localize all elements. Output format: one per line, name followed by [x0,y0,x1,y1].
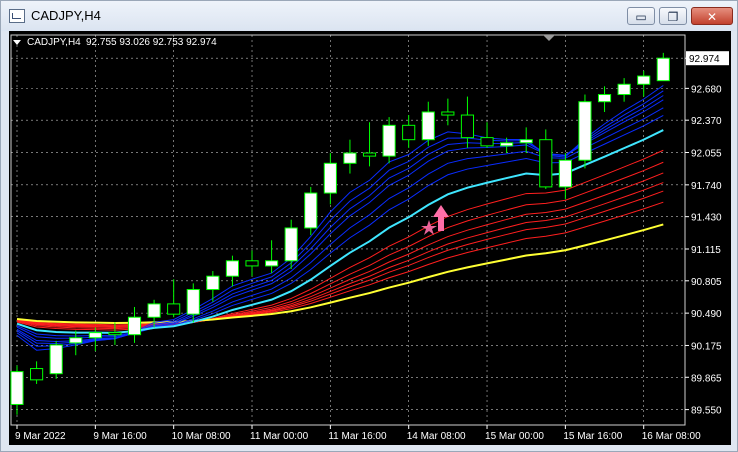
candle-body[interactable] [617,83,631,96]
candle-body[interactable] [519,139,533,144]
x-axis-label: 9 Mar 16:00 [93,431,147,442]
candle-body[interactable] [69,337,83,344]
y-axis-label: 91.430 [691,213,722,224]
chart-shift-icon[interactable] [543,35,555,41]
candle-body[interactable] [167,303,181,315]
x-axis-label: 16 Mar 08:00 [642,431,701,442]
candle-body[interactable] [186,289,200,315]
y-axis-label: 89.550 [691,406,722,417]
candle-body[interactable] [225,260,240,277]
current-price-label: 92.974 [689,54,720,65]
candle-body[interactable] [500,142,514,147]
x-axis-label: 9 Mar 2022 [15,431,66,442]
close-button[interactable]: ✕ [691,7,733,25]
slow-ma-line [16,182,664,328]
candle-body[interactable] [147,303,161,318]
restore-button[interactable]: ❐ [659,7,687,25]
candle-body[interactable] [637,75,651,85]
candle-body[interactable] [362,152,377,157]
y-axis-label: 89.865 [691,373,722,384]
symbol-label: CADJPY,H4 [27,37,81,48]
candle-body[interactable] [480,137,494,147]
y-axis-label: 90.490 [691,309,722,320]
slow-ma-line [16,201,664,326]
candle-body[interactable] [539,139,553,188]
candle-body[interactable] [108,332,122,336]
x-axis-label: 15 Mar 16:00 [563,431,622,442]
candle-body[interactable] [30,368,44,381]
window-title: CADJPY,H4 [31,8,101,23]
fast-ma-line [16,115,664,337]
chart-window: CADJPY,H4 ▭ ❐ ✕ 92.974 92.680 92.370 92.055… [0,0,738,452]
candle-body[interactable] [10,371,24,405]
candle-body[interactable] [127,316,142,336]
candle-body[interactable] [421,111,435,141]
y-axis-label: 90.805 [691,277,722,288]
candle-body[interactable] [323,162,337,194]
candle-body[interactable] [343,152,357,164]
candle-body[interactable] [49,344,63,375]
candle-body[interactable] [284,227,298,262]
y-axis-label: 91.115 [691,245,721,256]
x-axis-label: 10 Mar 08:00 [172,431,231,442]
candle-body[interactable] [460,114,475,139]
candle-body[interactable] [304,192,318,229]
x-axis-label: 11 Mar 16:00 [328,431,387,442]
candle-body[interactable] [558,159,572,188]
candle-body[interactable] [245,260,259,267]
minimize-button[interactable]: ▭ [627,7,655,25]
fast-ma-line [16,107,664,339]
x-axis-label: 14 Mar 08:00 [407,431,466,442]
x-axis-label: 11 Mar 00:00 [250,431,309,442]
candle-body[interactable] [597,94,612,103]
ohlc-readout: 92.755 93.026 92.753 92.974 [86,37,217,48]
x-axis-label: 15 Mar 00:00 [485,431,544,442]
price-chart[interactable]: 92.974 92.680 92.370 92.055 91.740 91.430 91.1… [9,31,731,445]
fast-ma-line [16,95,664,345]
chart-window-icon [9,9,25,23]
title-bar[interactable]: CADJPY,H4 ▭ ❐ ✕ [1,1,737,31]
chart-area[interactable]: 92.974 92.680 92.370 92.055 91.740 91.430 91.1… [9,31,731,445]
candle-body[interactable] [265,260,279,267]
candle-body[interactable] [382,124,396,157]
y-axis-label: 92.370 [691,116,722,127]
candle-body[interactable] [441,111,455,116]
yellow-ma-line [16,223,664,325]
candle-body[interactable] [656,57,670,82]
dropdown-arrow-icon[interactable] [13,40,21,45]
buy-arrow-icon [421,205,449,235]
fast-ma-line [16,99,664,343]
candle-body[interactable] [402,124,416,141]
y-axis-label: 90.175 [691,341,722,352]
candle-body[interactable] [88,332,102,339]
candle-body[interactable] [578,101,592,161]
candle-body[interactable] [206,275,220,291]
y-axis-label: 92.055 [691,149,722,160]
y-axis-label: 91.740 [691,181,722,192]
y-axis-label: 92.680 [691,84,722,95]
